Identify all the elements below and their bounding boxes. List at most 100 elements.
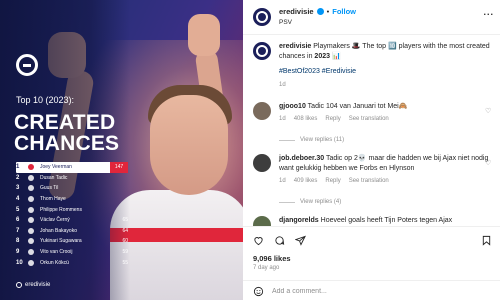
comment-item: job.deboer.30 Tadic op 2💀 maar die hadde…	[253, 154, 492, 186]
divider	[243, 34, 500, 35]
comment-username[interactable]: job.deboer.30	[279, 155, 324, 162]
follow-button[interactable]: Follow	[332, 7, 356, 16]
ranking-number: 3	[16, 185, 20, 192]
caption-text: eredivisie Playmakers 🎩 The top 🔟 player…	[279, 42, 492, 90]
created-chances-value: 59	[122, 249, 128, 256]
reply-line	[279, 201, 295, 203]
club-crest-icon	[28, 174, 34, 181]
player-name: Johan Bakayoko	[40, 227, 77, 234]
headline-line-1: CREATED	[14, 111, 116, 134]
footer-brand-text: eredivisie	[25, 282, 51, 288]
post-image[interactable]: Top 10 (2023): CREATED CHANCES 1 Joey Vee…	[0, 0, 243, 300]
caption-account[interactable]: eredivisie	[279, 43, 311, 50]
post-age: 7 day ago	[253, 265, 280, 271]
ranking-number: 8	[16, 238, 20, 245]
view-replies-label: View replies (11)	[300, 137, 345, 143]
account-avatar[interactable]	[253, 8, 271, 26]
ranking-number: 1	[16, 164, 20, 171]
comment-time: 1d	[279, 178, 286, 184]
graphic-headline: CREATED CHANCES	[14, 112, 119, 154]
player-name: Thom Haye	[40, 196, 66, 203]
player-name: Yukinari Sugawara	[40, 238, 82, 245]
ranking-number: 4	[16, 196, 20, 203]
comment-item: djangorelds Hoeveel goals heeft Tijn Pot…	[253, 216, 492, 226]
likes-count[interactable]: 9,096 likes	[253, 254, 291, 263]
created-chances-value: 60	[122, 238, 128, 245]
heart-icon[interactable]	[253, 235, 264, 246]
eredivisie-logo-icon	[16, 54, 38, 76]
created-chances-value: 55	[122, 259, 128, 266]
reply-line	[279, 139, 295, 141]
comment-item: gjooo10 Tadic 104 van Januari tot Mei🙈 1…	[253, 102, 492, 124]
player-name: Joey Veerman	[40, 164, 72, 171]
ranking-row: 6 Václav Černý 65	[16, 215, 128, 226]
ranking-number: 6	[16, 217, 20, 224]
ranking-row: 1 Joey Veerman 147	[16, 162, 128, 173]
commenter-avatar[interactable]	[253, 154, 271, 172]
headline-line-2: CHANCES	[14, 132, 120, 155]
commenter-avatar[interactable]	[253, 102, 271, 120]
share-icon[interactable]	[295, 235, 306, 246]
comment-likes[interactable]: 408 likes	[294, 114, 318, 124]
caption-hashtags[interactable]: #BestOf2023 #Eredivisie	[279, 67, 492, 77]
commenter-avatar[interactable]	[253, 216, 271, 226]
comment-heart-icon[interactable]: ♡	[485, 108, 492, 115]
ranking-row: 9 Vito van Crooij 59	[16, 247, 128, 258]
post-side-panel: eredivisie • Follow PSV ... eredivisie P…	[243, 0, 500, 300]
player-fist-right	[188, 14, 220, 56]
player-face	[150, 95, 228, 195]
ranking-row: 4 Thom Haye	[16, 194, 128, 205]
see-translation-button[interactable]: See translation	[349, 114, 389, 124]
player-name: Dusan Tadic	[40, 174, 68, 181]
ranking-number: 9	[16, 249, 20, 256]
divider	[243, 226, 500, 227]
caption-body: Playmakers 🎩 The top 🔟 players with the …	[279, 43, 490, 60]
ranking-list: 1 Joey Veerman 147 2 Dusan Tadic 3 Guus Til 4 Th…	[16, 162, 128, 268]
divider	[243, 280, 500, 281]
view-replies-button[interactable]: View replies (4)	[279, 199, 341, 205]
ranking-number: 10	[16, 259, 23, 266]
ranking-row: 3 Guus Til	[16, 183, 128, 194]
comment-input[interactable]	[272, 288, 492, 295]
bookmark-icon[interactable]	[481, 235, 492, 246]
reply-button[interactable]: Reply	[325, 176, 340, 186]
ranking-number: 2	[16, 174, 20, 181]
caption-year: 2023	[314, 53, 330, 60]
player-name: Philippe Rommens	[40, 206, 82, 213]
club-crest-icon	[28, 196, 34, 203]
comment-body: job.deboer.30 Tadic op 2💀 maar die hadde…	[279, 154, 492, 186]
comment-likes[interactable]: 409 likes	[294, 176, 318, 186]
comment-time: 1d	[279, 116, 286, 122]
comment-meta: 1d 409 likes Reply See translation	[279, 176, 492, 186]
comment-heart-icon[interactable]: ♡	[485, 160, 492, 167]
reply-button[interactable]: Reply	[325, 114, 340, 124]
caption-time: 1d	[279, 82, 286, 88]
add-comment-bar	[253, 286, 492, 297]
separator-dot: •	[326, 7, 330, 16]
eredivisie-mini-logo-icon	[16, 282, 22, 288]
graphic-subtitle: Top 10 (2023):	[16, 95, 75, 105]
account-name[interactable]: eredivisie	[279, 7, 314, 16]
view-replies-button[interactable]: View replies (11)	[279, 137, 344, 143]
comment-username[interactable]: djangorelds	[279, 217, 319, 224]
more-options-icon[interactable]: ...	[483, 7, 494, 17]
ranking-number: 5	[16, 206, 20, 213]
comment-meta: 1d 408 likes Reply See translation	[279, 114, 492, 124]
header-names: eredivisie • Follow PSV	[279, 7, 356, 26]
club-crest-icon	[28, 227, 34, 234]
ranking-row: 2 Dusan Tadic	[16, 173, 128, 184]
player-name: Vito van Crooij	[40, 249, 73, 256]
club-crest-icon	[28, 249, 34, 256]
post-header: eredivisie • Follow PSV ...	[253, 7, 494, 37]
caption-avatar[interactable]	[253, 42, 271, 60]
club-crest-icon	[28, 259, 34, 266]
comment-username[interactable]: gjooo10	[279, 103, 306, 110]
comment-text: Hoeveel goals heeft Tijn Poters tegen Aj…	[320, 217, 453, 224]
post-location[interactable]: PSV	[279, 19, 356, 26]
comment-icon[interactable]	[274, 235, 285, 246]
see-translation-button[interactable]: See translation	[349, 176, 389, 186]
view-replies-label: View replies (4)	[300, 199, 342, 205]
action-bar	[253, 234, 492, 246]
emoji-icon[interactable]	[253, 286, 264, 297]
player-name: Václav Černý	[40, 217, 70, 224]
